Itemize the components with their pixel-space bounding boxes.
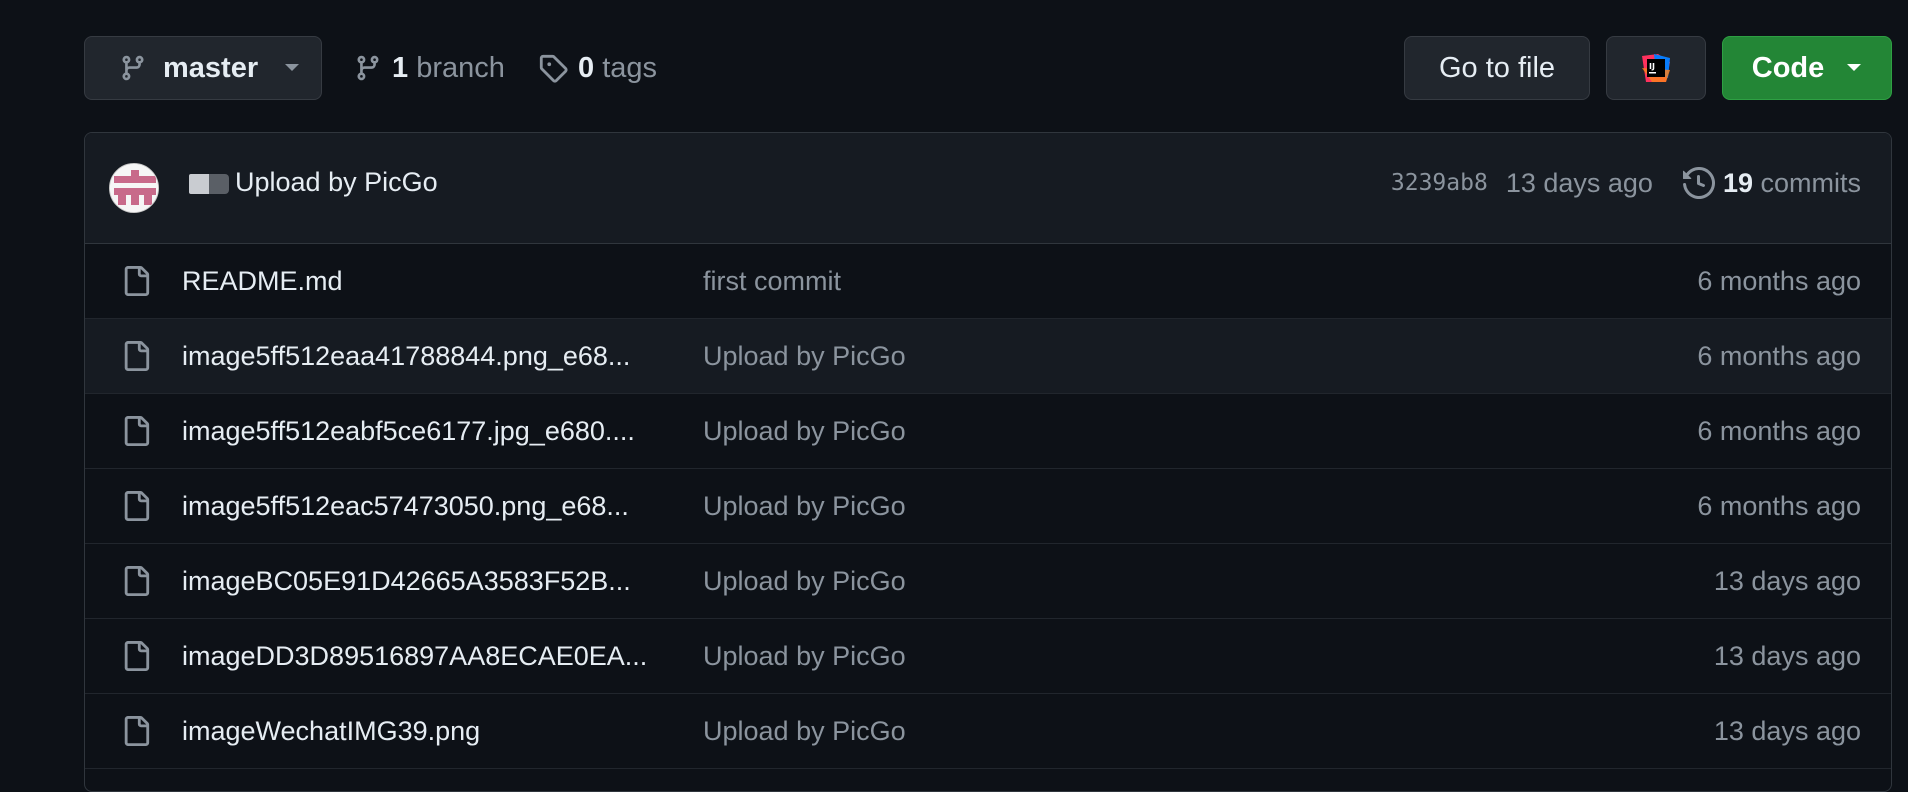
code-button[interactable]: Code xyxy=(1722,36,1892,100)
ide-logo-text: IJ xyxy=(1649,62,1655,71)
git-branch-icon xyxy=(122,55,144,81)
file-list-box: Upload by PicGo 3239ab8 13 days ago 19 c… xyxy=(84,132,1892,792)
file-commit-age: 6 months ago xyxy=(1697,265,1861,296)
file-row[interactable]: image5ff512eac57473050.png_e68... Upload … xyxy=(85,469,1891,544)
file-commit-age: 6 months ago xyxy=(1697,415,1861,446)
tag-icon xyxy=(539,54,568,83)
commit-info: 3239ab8 13 days ago 19 commits xyxy=(1391,167,1861,199)
file-commit-age: 6 months ago xyxy=(1697,490,1861,521)
commits-history-link[interactable]: 19 commits xyxy=(1682,167,1862,199)
file-commit-age: 6 months ago xyxy=(1697,340,1861,371)
file-name-link[interactable]: imageDD3D89516897AA8ECAE0EA... xyxy=(182,641,672,672)
file-icon xyxy=(121,416,151,453)
folder-emoji-icon xyxy=(189,173,229,194)
history-icon xyxy=(1682,167,1715,199)
tag-label: tags xyxy=(602,51,658,84)
branches-link[interactable]: 1 branch xyxy=(354,40,505,96)
file-row[interactable]: image5ff512eabf5ce6177.jpg_e680.... Uploa… xyxy=(85,394,1891,469)
file-commit-message-link[interactable]: Upload by PicGo xyxy=(703,641,906,672)
file-row[interactable]: imageDD3D89516897AA8ECAE0EA... Upload by … xyxy=(85,619,1891,694)
file-commit-message-link[interactable]: Upload by PicGo xyxy=(703,341,906,372)
file-name-link[interactable]: image5ff512eac57473050.png_e68... xyxy=(182,491,672,522)
file-name-link[interactable]: image5ff512eabf5ce6177.jpg_e680.... xyxy=(182,416,672,447)
file-icon xyxy=(121,266,151,303)
caret-down-icon xyxy=(1847,64,1862,71)
branch-label: branch xyxy=(416,51,505,84)
file-name-link[interactable]: README.md xyxy=(182,266,672,297)
file-row[interactable]: image5ff512eaa41788844.png_e68... Upload … xyxy=(85,319,1891,394)
file-commit-message-link[interactable]: Upload by PicGo xyxy=(703,491,906,522)
commit-count: 19 xyxy=(1722,167,1753,198)
commit-age[interactable]: 13 days ago xyxy=(1506,168,1653,199)
go-to-file-button[interactable]: Go to file xyxy=(1404,36,1590,100)
file-commit-age: 13 days ago xyxy=(1713,715,1861,746)
latest-commit-message[interactable]: Upload by PicGo xyxy=(187,167,438,198)
file-icon xyxy=(121,641,151,678)
branch-count: 1 xyxy=(392,51,409,84)
commit-sha[interactable]: 3239ab8 xyxy=(1391,170,1488,196)
file-row[interactable]: README.md first commit 6 months ago xyxy=(85,244,1891,319)
file-icon xyxy=(121,341,151,378)
intellij-icon: IJ xyxy=(1642,54,1670,82)
file-commit-message-link[interactable]: Upload by PicGo xyxy=(703,416,906,447)
tag-count: 0 xyxy=(578,51,595,84)
file-name-link[interactable]: image5ff512eaa41788844.png_e68... xyxy=(182,341,672,372)
file-commit-message-link[interactable]: Upload by PicGo xyxy=(703,716,906,747)
file-commit-age: 13 days ago xyxy=(1713,640,1861,671)
file-row[interactable]: imageBC05E91D42665A3583F52B... Upload by … xyxy=(85,544,1891,619)
latest-commit-bar: Upload by PicGo 3239ab8 13 days ago 19 c… xyxy=(85,133,1891,244)
file-commit-message-link[interactable]: Upload by PicGo xyxy=(703,566,906,597)
file-icon xyxy=(121,566,151,603)
file-name-link[interactable]: imageWechatIMG39.png xyxy=(182,716,672,747)
code-button-label: Code xyxy=(1751,51,1825,84)
caret-down-icon xyxy=(285,64,300,71)
file-icon xyxy=(121,491,151,528)
branch-name: master xyxy=(163,51,259,84)
file-row[interactable]: imageWechatIMG39.png Upload by PicGo 13 da… xyxy=(85,694,1891,769)
open-in-ide-button[interactable]: IJ xyxy=(1606,36,1706,100)
commit-label: commits xyxy=(1760,167,1862,198)
commit-message-text: Upload by PicGo xyxy=(235,167,438,197)
file-commit-age: 13 days ago xyxy=(1713,565,1861,596)
avatar[interactable] xyxy=(109,163,159,213)
file-icon xyxy=(121,716,151,753)
tags-link[interactable]: 0 tags xyxy=(538,40,657,96)
go-to-file-label: Go to file xyxy=(1438,51,1556,84)
git-branch-icon xyxy=(357,55,379,81)
file-commit-message-link[interactable]: first commit xyxy=(703,266,841,297)
branch-selector-button[interactable]: master xyxy=(84,36,322,100)
file-name-link[interactable]: imageBC05E91D42665A3583F52B... xyxy=(182,566,672,597)
